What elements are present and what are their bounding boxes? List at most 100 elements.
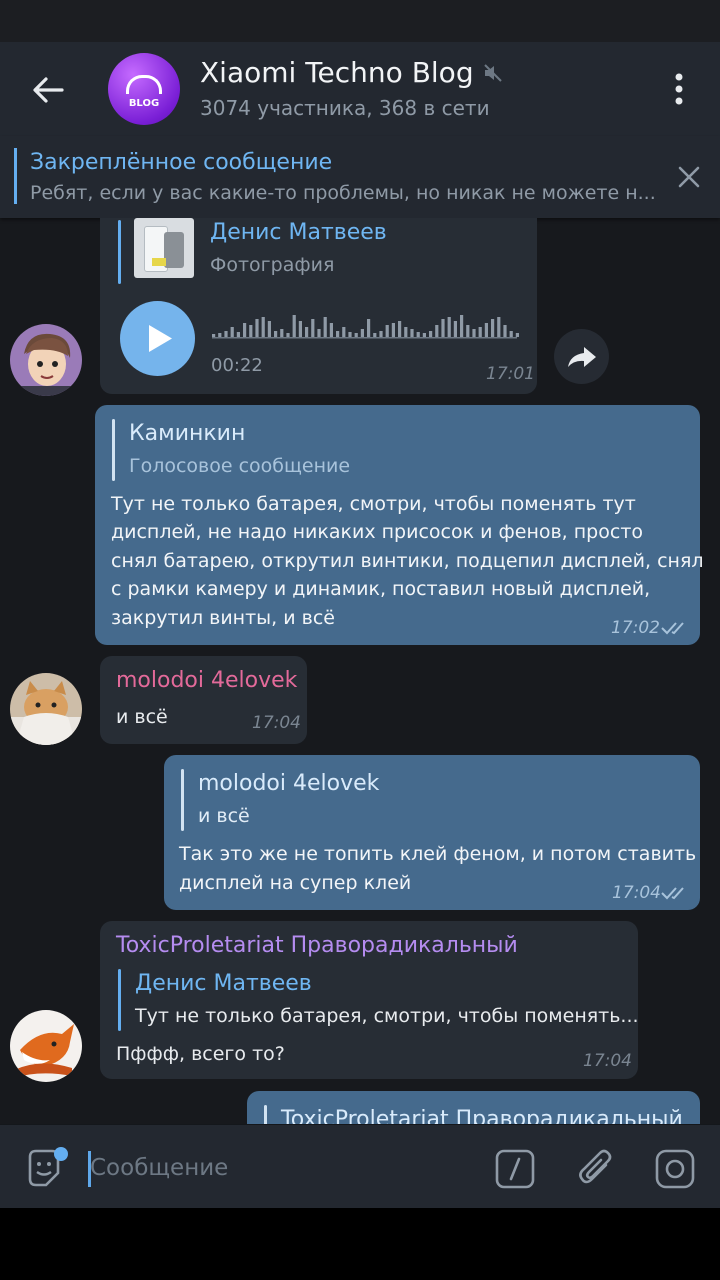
waveform-bar: [472, 329, 476, 337]
waveform-bar: [342, 327, 346, 337]
message-time: 17:04: [612, 883, 661, 903]
reply-snippet: Тут не только батарея, смотри, чтобы пом…: [135, 1005, 639, 1027]
play-button[interactable]: [120, 301, 195, 376]
waveform-bar: [360, 329, 364, 337]
waveform-bar: [267, 321, 271, 337]
emoji-sticker-button[interactable]: [24, 1147, 70, 1191]
reply-bar: [118, 969, 121, 1031]
message-text-line: дисплей на супер клей: [179, 872, 412, 894]
waveform-bar: [398, 321, 402, 337]
waveform-bar: [515, 333, 519, 337]
waveform-bar: [249, 325, 253, 337]
message-bubble-outgoing[interactable]: molodoi 4elovek и всё Так это же не топи…: [164, 755, 700, 910]
avatar-text: BLOG: [128, 98, 160, 109]
waveform-bar: [379, 331, 383, 337]
waveform-baseline: [212, 337, 517, 339]
cartoon-face-icon: [10, 324, 82, 396]
message-time: 17:04: [583, 1051, 632, 1071]
sender-name[interactable]: ToxicProletariat Праворадикальный: [116, 933, 518, 958]
instagram-camera-icon: [655, 1149, 695, 1189]
avatar-user-cartoon[interactable]: [10, 324, 82, 396]
reply-sender-name: Каминкин: [129, 421, 246, 446]
message-time: 17:01: [486, 364, 535, 384]
close-pinned-icon[interactable]: [676, 164, 702, 190]
voice-waveform[interactable]: [212, 313, 522, 347]
message-text: Пффф, всего то?: [116, 1043, 285, 1065]
camera-button[interactable]: [655, 1149, 695, 1189]
waveform-bar: [336, 331, 340, 337]
bot-commands-button[interactable]: [495, 1149, 535, 1189]
waveform-bar: [292, 315, 296, 337]
share-icon: [568, 347, 596, 367]
read-checkmarks-icon: [661, 887, 684, 900]
pinned-text: Ребят, если у вас какие-то проблемы, но …: [30, 182, 655, 204]
system-navigation-bar: [0, 1208, 720, 1280]
chat-header: BLOG Xiaomi Techno Blog 3074 участника, …: [0, 42, 720, 137]
message-bubble-outgoing[interactable]: ToxicProletariat Праворадикальный: [247, 1091, 700, 1124]
message-composer: Сообщение: [0, 1124, 720, 1209]
reply-bar: [112, 419, 115, 481]
blog-logo-icon: [126, 75, 162, 94]
back-arrow-icon[interactable]: [28, 70, 68, 110]
waveform-bar: [348, 332, 352, 337]
reply-photo-thumbnail: [134, 218, 194, 278]
message-text-line: Так это же не топить клей феном, и потом…: [179, 843, 697, 865]
more-menu-icon[interactable]: [664, 72, 694, 106]
play-icon: [149, 325, 172, 352]
waveform-bar: [391, 323, 395, 337]
forward-button[interactable]: [554, 329, 609, 384]
message-text-line: снял батарею, открутил винтики, подцепил…: [111, 550, 704, 572]
waveform-bar: [497, 317, 501, 337]
waveform-bar: [429, 331, 433, 337]
avatar-user-fox[interactable]: [10, 1010, 82, 1082]
message-text-line: дисплей, не надо никаких присосок и фено…: [111, 521, 644, 543]
message-time: 17:04: [252, 713, 301, 733]
waveform-bar: [447, 317, 451, 337]
reply-bar: [181, 769, 184, 831]
waveform-bar: [441, 319, 445, 337]
message-input[interactable]: Сообщение: [90, 1155, 228, 1181]
waveform-bar: [385, 325, 389, 337]
waveform-bar: [367, 319, 371, 337]
waveform-bar: [329, 323, 333, 337]
waveform-bar: [305, 327, 309, 337]
waveform-bar: [311, 319, 315, 337]
attach-button[interactable]: [576, 1147, 616, 1191]
message-text: и всё: [116, 706, 168, 728]
waveform-bar: [491, 319, 495, 337]
chat-title[interactable]: Xiaomi Techno Blog: [200, 56, 474, 89]
waveform-bar: [317, 329, 321, 337]
message-bubble-incoming[interactable]: ToxicProletariat Праворадикальный Денис …: [100, 921, 639, 1079]
waveform-bar: [478, 327, 482, 337]
waveform-bar: [280, 329, 284, 337]
sender-name[interactable]: molodoi 4elovek: [116, 668, 297, 693]
reply-sender-name: ToxicProletariat Праворадикальный: [281, 1107, 683, 1124]
avatar-user-cat[interactable]: [10, 673, 82, 745]
waveform-bar: [298, 321, 302, 337]
reply-snippet: и всё: [198, 805, 250, 827]
message-list[interactable]: Денис Матвеев Фотография 00:22 17:01 Кам…: [0, 218, 720, 1124]
waveform-bar: [416, 332, 420, 337]
waveform-bar: [230, 327, 234, 337]
fox-avatar-icon: [10, 1010, 82, 1082]
reply-bar: [118, 220, 121, 284]
message-bubble-voice[interactable]: Денис Матвеев Фотография 00:22 17:01: [100, 218, 537, 394]
reply-snippet: Фотография: [210, 254, 335, 276]
waveform-bar: [410, 329, 414, 337]
waveform-bar: [373, 333, 377, 337]
reply-bar: [264, 1105, 267, 1124]
reply-sender-name: Денис Матвеев: [135, 971, 312, 996]
waveform-bar: [453, 321, 457, 337]
message-bubble-outgoing[interactable]: Каминкин Голосовое сообщение Тут не толь…: [95, 405, 704, 645]
waveform-bar: [460, 315, 464, 337]
chat-avatar[interactable]: BLOG: [108, 53, 180, 125]
waveform-bar: [286, 333, 290, 337]
muted-icon: [484, 64, 502, 82]
waveform-bar: [218, 333, 222, 337]
pinned-title: Закреплённое сообщение: [30, 150, 333, 175]
waveform-bar: [212, 334, 216, 337]
waveform-bar: [435, 325, 439, 337]
pinned-accent-bar: [14, 148, 17, 204]
pinned-message[interactable]: Закреплённое сообщение Ребят, если у вас…: [0, 136, 720, 218]
message-bubble-incoming[interactable]: molodoi 4elovek и всё 17:04: [100, 656, 307, 744]
